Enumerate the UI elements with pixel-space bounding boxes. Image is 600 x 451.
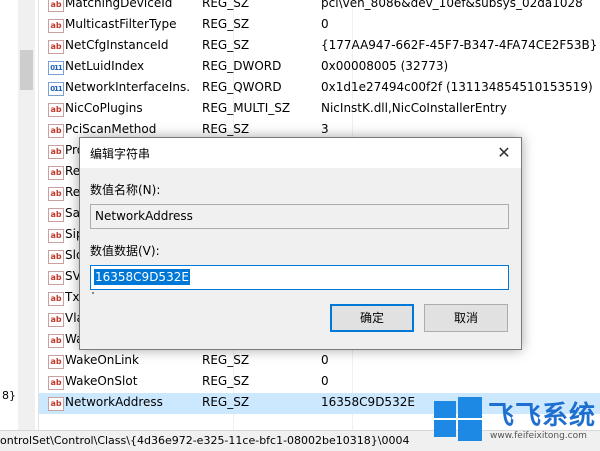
value-data: 0x00008005 (32773) — [321, 59, 449, 73]
registry-tree-pane[interactable]: 8} — [0, 0, 39, 430]
registry-value-row[interactable]: ab NicCoPlugins REG_MULTI_SZ NicInstK.dll,N… — [39, 99, 600, 120]
tree-scrollbar-thumb[interactable] — [20, 50, 33, 90]
value-name-label: 数值名称(N): — [90, 183, 161, 197]
registry-value-row[interactable]: ab MatchingDeviceId REG_SZ pci\ven_8086&dev… — [39, 0, 600, 15]
value-type: REG_SZ — [202, 353, 250, 367]
string-value-icon: ab — [48, 0, 64, 12]
value-data-label: 数值数据(V): — [90, 244, 160, 258]
value-data: 0 — [321, 17, 329, 31]
string-value-icon: ab — [48, 355, 64, 369]
binary-value-icon: 011 — [48, 61, 64, 75]
registry-value-row[interactable]: ab NetCfgInstanceId REG_SZ {177AA947-662F-4… — [39, 36, 600, 57]
value-data: 3 — [321, 122, 329, 136]
value-name: MulticastFilterType — [65, 17, 177, 31]
string-value-icon: ab — [48, 40, 64, 54]
watermark: 飞飞系统 www.feifeixitong.com — [430, 393, 600, 449]
watermark-url: www.feifeixitong.com — [490, 431, 587, 441]
string-value-icon: ab — [48, 229, 64, 243]
close-icon[interactable]: ✕ — [493, 142, 515, 164]
value-data: NicInstK.dll,NicCoInstallerEntry — [321, 101, 507, 115]
value-type: REG_DWORD — [202, 59, 282, 73]
binary-value-icon: 011 — [48, 82, 64, 96]
value-name: PciScanMethod — [65, 122, 157, 136]
value-type: REG_SZ — [202, 374, 250, 388]
string-value-icon: ab — [48, 250, 64, 264]
string-value-icon: ab — [48, 145, 64, 159]
string-value-icon: ab — [48, 208, 64, 222]
value-name-text: NetworkAddress — [95, 209, 193, 223]
value-name: MatchingDeviceId — [65, 0, 173, 10]
value-name: WakeOnLink — [65, 353, 139, 367]
edit-string-dialog: 编辑字符串 ✕ 数值名称(N): NetworkAddress 数值数据(V):… — [79, 137, 522, 350]
tree-path-fragment: 8} — [2, 389, 16, 402]
value-name: NicCoPlugins — [65, 101, 143, 115]
value-name: NetCfgInstanceId — [65, 38, 169, 52]
tree-scrollbar[interactable] — [18, 0, 35, 430]
value-type: REG_SZ — [202, 395, 250, 409]
value-type: REG_SZ — [202, 122, 250, 136]
string-value-icon: ab — [48, 397, 64, 411]
value-name: NetLuidIndex — [65, 59, 145, 73]
decorative-dot — [92, 292, 94, 294]
windows-logo-icon — [430, 393, 484, 443]
registry-value-row[interactable]: ab MulticastFilterType REG_SZ 0 — [39, 15, 600, 36]
value-name: WakeOnSlot — [65, 374, 138, 388]
string-value-icon: ab — [48, 19, 64, 33]
string-value-icon: ab — [48, 166, 64, 180]
value-data-input[interactable]: 16358C9D532E — [90, 265, 509, 290]
registry-value-row[interactable]: ab WakeOnLink REG_SZ 0 — [39, 351, 600, 372]
value-data: 0 — [321, 374, 329, 388]
value-name: NetworkInterfaceIns... — [65, 80, 190, 94]
value-data: 16358C9D532E — [321, 395, 415, 409]
string-value-icon: ab — [48, 376, 64, 390]
string-value-icon: ab — [48, 187, 64, 201]
registry-value-row[interactable]: ab WakeOnSlot REG_SZ 0 — [39, 372, 600, 393]
value-data: pci\ven_8086&dev_10ef&subsys_02da1028 — [321, 0, 583, 10]
value-data: 0 — [321, 353, 329, 367]
string-value-icon: ab — [48, 334, 64, 348]
string-value-icon: ab — [48, 292, 64, 306]
ok-button[interactable]: 确定 — [330, 304, 414, 332]
value-name-field: NetworkAddress — [90, 204, 509, 229]
dialog-title: 编辑字符串 — [90, 147, 151, 161]
value-type: REG_MULTI_SZ — [202, 101, 291, 115]
value-type: REG_SZ — [202, 17, 250, 31]
value-data: 0x1d1e27494c00f2f (131134854510153519) — [321, 80, 593, 94]
dialog-title-bar[interactable]: 编辑字符串 ✕ — [80, 138, 521, 168]
registry-value-row[interactable]: 011 NetworkInterfaceIns... REG_QWORD 0x1d1e… — [39, 78, 600, 99]
registry-value-row[interactable]: 011 NetLuidIndex REG_DWORD 0x00008005 (3277… — [39, 57, 600, 78]
value-type: REG_SZ — [202, 38, 250, 52]
status-path: ontrolSet\Control\Class\{4d36e972-e325-1… — [0, 434, 410, 447]
value-data: {177AA947-662F-45F7-B347-4FA74CE2F53B} — [321, 38, 598, 52]
watermark-text: 飞飞系统 — [488, 401, 597, 431]
string-value-icon: ab — [48, 124, 64, 138]
cancel-button[interactable]: 取消 — [424, 304, 508, 332]
string-value-icon: ab — [48, 313, 64, 327]
value-data-selected-text[interactable]: 16358C9D532E — [94, 269, 190, 285]
value-type: REG_SZ — [202, 0, 250, 10]
value-name: NetworkAddress — [65, 395, 163, 409]
value-type: REG_QWORD — [202, 80, 282, 94]
string-value-icon: ab — [48, 271, 64, 285]
string-value-icon: ab — [48, 103, 64, 117]
